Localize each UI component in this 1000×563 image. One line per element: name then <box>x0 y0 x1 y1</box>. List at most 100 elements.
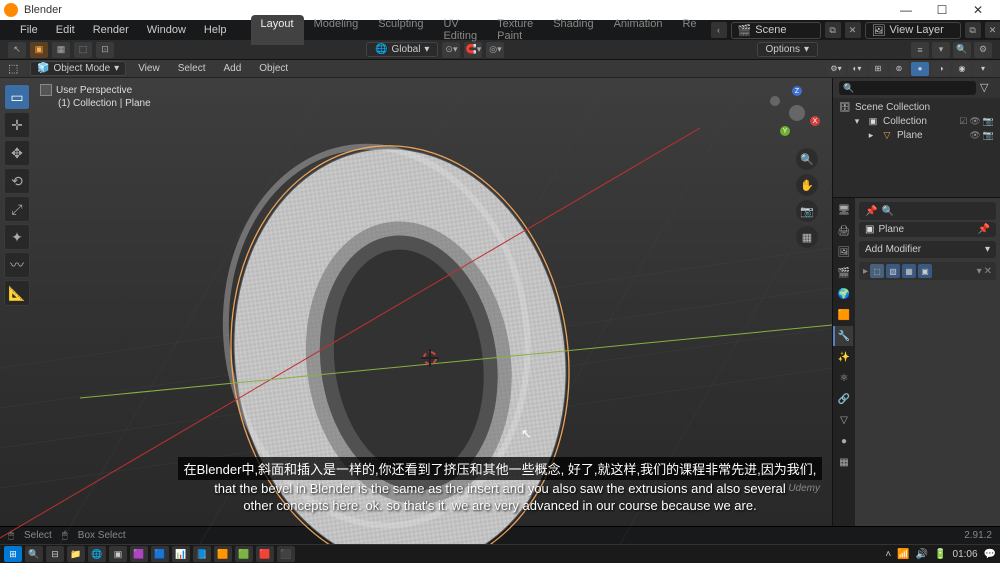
tree-collection[interactable]: ▾ ▣ Collection ☑👁📷 <box>837 114 996 128</box>
pivot-icon[interactable]: ⊙▾ <box>442 42 460 58</box>
rendered-shading-icon[interactable]: ◉ <box>953 62 971 76</box>
eye-icon[interactable]: 👁 <box>969 130 980 141</box>
volume-icon[interactable]: 🔊 <box>916 549 928 560</box>
editor-type-icon[interactable]: ⬚ <box>8 62 24 76</box>
modifier-stack[interactable]: ▸ ⬚ ▧ ▦ ▣ ▾ ✕ <box>859 262 996 280</box>
app-icon[interactable]: 🟦 <box>151 546 169 562</box>
menu-help[interactable]: Help <box>196 22 235 38</box>
tab-uv[interactable]: UV Editing <box>433 15 487 45</box>
network-icon[interactable]: 📶 <box>897 549 909 560</box>
app-icon[interactable]: ▣ <box>109 546 127 562</box>
grid-icon[interactable]: ▦ <box>52 42 70 58</box>
chevron-down-icon[interactable]: ▾ <box>851 115 863 127</box>
persp-icon[interactable]: ▦ <box>796 226 818 248</box>
tab-sculpting[interactable]: Sculpting <box>368 15 433 45</box>
proptab-physics[interactable]: ⚛ <box>833 368 853 388</box>
pin-icon[interactable]: 📌 <box>865 206 877 217</box>
render-icon[interactable]: 📷 <box>983 130 994 141</box>
view-menu[interactable]: View <box>132 62 166 75</box>
snap-icon[interactable]: ⬚ <box>74 42 92 58</box>
proptab-mesh[interactable]: ▽ <box>833 410 853 430</box>
solid-shading-icon[interactable]: ● <box>911 62 929 76</box>
explorer-icon[interactable]: 📁 <box>67 546 85 562</box>
search-icon[interactable]: 🔍 <box>881 206 893 217</box>
eye-icon[interactable]: 👁 <box>969 116 980 127</box>
filter2-icon[interactable]: ⚙ <box>974 42 992 58</box>
menu-window[interactable]: Window <box>139 22 194 38</box>
outliner-search[interactable]: 🔍 <box>839 81 976 95</box>
proptab-constraint[interactable]: 🔗 <box>833 389 853 409</box>
menu-render[interactable]: Render <box>85 22 137 38</box>
tab-shading[interactable]: Shading <box>543 15 603 45</box>
tab-more[interactable]: Re <box>672 15 706 45</box>
proptab-output[interactable]: 🖨 <box>833 221 853 241</box>
select-tool[interactable]: ▭ <box>4 84 30 110</box>
app-icon[interactable]: 🟪 <box>130 546 148 562</box>
axis-neg-icon[interactable] <box>770 96 780 106</box>
dropdown-icon[interactable]: ▾ <box>977 266 982 277</box>
start-button[interactable]: ⊞ <box>4 546 22 562</box>
axis-z-icon[interactable]: Z <box>792 86 802 96</box>
render-icon[interactable]: 📷 <box>983 116 994 127</box>
system-tray[interactable]: ˄ 📶 🔊 🔋 01:06 💬 <box>885 549 996 560</box>
transform-tool[interactable]: ✦ <box>4 224 30 250</box>
wireframe-shading-icon[interactable]: ⊚ <box>890 62 908 76</box>
proptab-particle[interactable]: ✨ <box>833 347 853 367</box>
display-mode-icon[interactable]: ▾ <box>932 42 950 58</box>
notification-icon[interactable]: 💬 <box>984 549 996 560</box>
app-icon[interactable]: ⬛ <box>277 546 295 562</box>
orientation-dropdown[interactable]: 🌐Global▾ <box>366 42 438 57</box>
rotate-tool[interactable]: ⟲ <box>4 168 30 194</box>
object-menu[interactable]: Object <box>253 62 294 75</box>
tree-plane-object[interactable]: ▸ ▽ Plane 👁📷 <box>837 128 996 142</box>
measure-tool[interactable]: 📐 <box>4 280 30 306</box>
outliner-filter-icon[interactable]: ▽ <box>980 81 994 95</box>
battery-icon[interactable]: 🔋 <box>934 549 946 560</box>
select-menu[interactable]: Select <box>172 62 212 75</box>
tab-layout[interactable]: Layout <box>251 15 304 45</box>
shading-dropdown-icon[interactable]: ▾ <box>974 62 992 76</box>
chevron-right-icon[interactable]: ▸ <box>865 129 877 141</box>
filter-icon[interactable]: 🔍 <box>953 42 971 58</box>
app-icon[interactable]: 📘 <box>193 546 211 562</box>
scale-tool[interactable]: ⤢ <box>4 196 30 222</box>
maximize-button[interactable]: ☐ <box>924 0 960 20</box>
nav-gizmo[interactable]: X Y Z <box>772 88 822 138</box>
proptab-viewlayer[interactable]: 🖼 <box>833 242 853 262</box>
annotate-tool[interactable]: 〰 <box>4 252 30 278</box>
close-icon[interactable]: ✕ <box>984 266 992 277</box>
search-taskbar-icon[interactable]: 🔍 <box>25 546 43 562</box>
chrome-icon[interactable]: 🌐 <box>88 546 106 562</box>
gizmo-icon[interactable]: ⚙▾ <box>827 62 845 76</box>
menu-edit[interactable]: Edit <box>48 22 83 38</box>
chevron-right-icon[interactable]: ▸ <box>863 266 868 277</box>
add-menu[interactable]: Add <box>217 62 247 75</box>
app-icon[interactable]: 🟩 <box>235 546 253 562</box>
tab-modeling[interactable]: Modeling <box>304 15 369 45</box>
pan-icon[interactable]: ✋ <box>796 174 818 196</box>
options-dropdown[interactable]: Options▾ <box>757 42 819 57</box>
proptab-material[interactable]: ● <box>833 431 853 451</box>
taskview-icon[interactable]: ⊟ <box>46 546 64 562</box>
viewlayer-new-icon[interactable]: ⧉ <box>965 22 981 38</box>
axis-y-icon[interactable]: Y <box>780 126 790 136</box>
camera-icon[interactable]: 📷 <box>796 200 818 222</box>
select-box-icon[interactable]: ▣ <box>30 42 48 58</box>
matprev-shading-icon[interactable]: ◑ <box>932 62 950 76</box>
proptab-scene[interactable]: 🎬 <box>833 263 853 283</box>
axis-x-icon[interactable]: X <box>810 116 820 126</box>
proptab-world[interactable]: 🌍 <box>833 284 853 304</box>
cursor-icon[interactable]: ↖ <box>8 42 26 58</box>
tab-texture[interactable]: Texture Paint <box>487 15 543 45</box>
viewlayer-input[interactable]: 🖼View Layer <box>865 22 961 39</box>
close-button[interactable]: ✕ <box>960 0 996 20</box>
tab-animation[interactable]: Animation <box>604 15 673 45</box>
scene-delete-icon[interactable]: ✕ <box>845 22 861 38</box>
outliner-editor-icon[interactable]: ≡ <box>911 42 929 58</box>
tree-scene-collection[interactable]: 🗄 Scene Collection <box>837 100 996 114</box>
clock[interactable]: 01:06 <box>953 549 978 560</box>
pin-icon[interactable]: 📌 <box>978 224 990 235</box>
snap-toggle-icon[interactable]: 🧲▾ <box>464 42 482 58</box>
proptab-modifier[interactable]: 🔧 <box>833 326 853 346</box>
misc-icon[interactable]: ⊡ <box>96 42 114 58</box>
